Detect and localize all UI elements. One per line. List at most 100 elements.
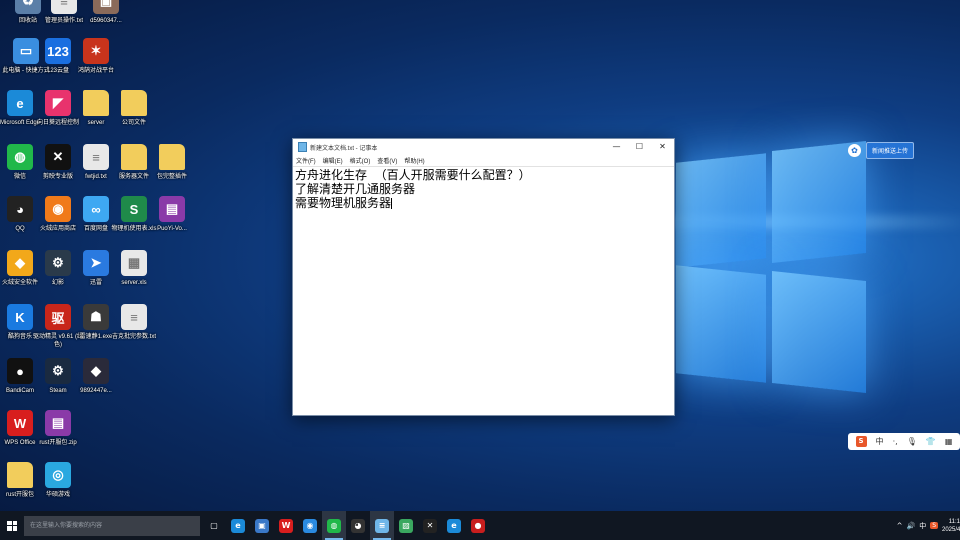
desktop-icon-label: 鸿鹄对战平台 — [77, 68, 114, 74]
image-file-icon: ▣ — [93, 0, 119, 14]
taskbar-app-qq[interactable]: ◕ — [346, 511, 370, 540]
xunlei-icon: ➤ — [83, 250, 109, 276]
menu-file[interactable]: 文件(F) — [296, 156, 316, 165]
taskbar-apps: ▢ e ▣ W ◉ ◍ ◕ ≡ ▨ ✕ e ● — [202, 511, 490, 540]
toolbox-icon[interactable]: ▦ — [945, 437, 953, 446]
taskbar-app-qq-browser[interactable]: ◉ — [298, 511, 322, 540]
cloud-upload-icon[interactable]: ✿ — [848, 144, 861, 157]
text-caret — [391, 198, 393, 209]
notepad-icon — [298, 142, 307, 152]
upload-button[interactable]: 新闻推送上传 — [866, 142, 915, 159]
game-platform-icon: ✶ — [83, 38, 109, 64]
tray-chevron-icon[interactable]: ^ — [897, 522, 903, 530]
edge-icon: e — [231, 518, 245, 533]
desktop-icon[interactable]: ◎ 华硕游戏 — [32, 462, 84, 499]
taskbar-app-task-view[interactable]: ▢ — [202, 511, 226, 540]
phantom-icon: ⚙ — [45, 250, 71, 276]
qq-browser-icon: ◉ — [303, 518, 317, 533]
sogou-icon[interactable]: S — [855, 436, 867, 447]
cloud-drive-123-icon: 123 — [45, 38, 71, 64]
task-view-icon: ▢ — [210, 521, 218, 530]
wps-icon: W — [7, 410, 33, 436]
exe-file-icon: ☗ — [83, 304, 109, 330]
desktop-icon-label: 公司文件 — [121, 120, 146, 126]
kugou-icon: K — [7, 304, 33, 330]
desktop-icon[interactable]: ✶ 鸿鹄对战平台 — [70, 38, 122, 75]
text-file-icon: ≡ — [51, 0, 77, 14]
windows-logo-wallpaper — [676, 141, 866, 393]
maximize-button[interactable]: ☐ — [628, 139, 651, 155]
image-file-icon: ◆ — [83, 358, 109, 384]
wps-icon: W — [279, 518, 293, 533]
desktop-icon[interactable]: ◆ 9892447e... — [70, 358, 122, 395]
folder-icon — [83, 90, 109, 116]
input-language[interactable]: 中 — [919, 521, 926, 531]
minimize-button[interactable]: — — [605, 139, 628, 155]
menu-edit[interactable]: 编辑(E) — [323, 156, 343, 165]
notepad-window[interactable]: 新建文本文档.txt - 记事本 — ☐ ✕ 文件(F) 编辑(E) 格式(O)… — [292, 138, 675, 416]
desktop-icon[interactable]: ▤ PuoYi-Vo... — [146, 196, 198, 233]
taskbar: 在这里输入你要搜索的内容 ▢ e ▣ W ◉ ◍ ◕ ≡ ▨ ✕ e ● ^ 🔊 中 S 11:1 2… — [0, 511, 960, 540]
skin-icon[interactable]: 👕 — [926, 437, 936, 446]
wechat-icon: ◍ — [7, 144, 33, 170]
close-button[interactable]: ✕ — [651, 139, 674, 155]
desktop-icon[interactable]: ▤ rust开服包.zip — [32, 410, 84, 447]
menu-format[interactable]: 格式(O) — [350, 156, 371, 165]
volume-icon[interactable]: 🔊 — [906, 522, 915, 530]
baidu-netdisk-icon: ∞ — [83, 196, 109, 222]
huorong-store-icon: ◉ — [45, 196, 71, 222]
notepad-icon: ≡ — [375, 518, 389, 533]
spreadsheet-icon: S — [121, 196, 147, 222]
desktop-icon[interactable]: 公司文件 — [108, 90, 160, 127]
desktop-icon-label: server.xls — [121, 280, 147, 286]
sogou-tray-icon[interactable]: S — [930, 522, 938, 529]
ime-mode-toggle[interactable]: 中 — [876, 436, 884, 447]
microphone-icon[interactable]: 🎙 — [907, 437, 917, 446]
text-file-icon: ≡ — [121, 304, 147, 330]
capcut-icon: ✕ — [45, 144, 71, 170]
ime-toolbar[interactable]: S 中 ·, 🎙 👕 ▦ — [848, 433, 960, 450]
desktop-icon[interactable]: ≡ 吉克批完参数.txt — [108, 304, 160, 341]
desktop-icon[interactable]: ▣ d5960347... — [80, 0, 132, 25]
notepad-text-area[interactable]: 方舟进化生存 （百人开服需要什么配置？） 了解清楚开几通服务器 需要物理机服务器 — [293, 167, 674, 211]
clock[interactable]: 11:1 2025/4 — [942, 518, 960, 534]
driver-genius-icon: 驱 — [45, 304, 71, 330]
notepad-title: 新建文本文档.txt - 记事本 — [310, 145, 378, 152]
spreadsheet-icon: ▦ — [121, 250, 147, 276]
upload-widget[interactable]: ✿ 新闻推送上传 — [848, 142, 915, 159]
taskbar-app-store[interactable]: ▣ — [250, 511, 274, 540]
sunflower-remote-icon: ◤ — [45, 90, 71, 116]
notepad-titlebar[interactable]: 新建文本文档.txt - 记事本 — ☐ ✕ — [293, 139, 674, 155]
wechat-icon: ◍ — [327, 518, 341, 533]
taskbar-app-bandicam[interactable]: ● — [466, 511, 490, 540]
photos-icon: ▨ — [399, 518, 413, 533]
qq-icon: ◕ — [351, 518, 365, 533]
taskbar-app-capcut[interactable]: ✕ — [418, 511, 442, 540]
windows-start-icon — [7, 520, 17, 531]
asus-game-icon: ◎ — [45, 462, 71, 488]
clock-date: 2025/4 — [942, 526, 960, 533]
menu-view[interactable]: 查看(V) — [377, 156, 397, 165]
bandicam-icon: ● — [7, 358, 33, 384]
edge-icon: e — [7, 90, 33, 116]
menu-help[interactable]: 帮助(H) — [404, 156, 424, 165]
taskbar-app-edge-2[interactable]: e — [442, 511, 466, 540]
desktop-icon[interactable]: ▦ server.xls — [108, 250, 160, 287]
start-button[interactable] — [0, 511, 24, 540]
taskbar-app-wps[interactable]: W — [274, 511, 298, 540]
taskbar-app-notepad[interactable]: ≡ — [370, 511, 394, 540]
archive-icon: ▤ — [159, 196, 185, 222]
taskbar-app-edge[interactable]: e — [226, 511, 250, 540]
taskbar-app-photos[interactable]: ▨ — [394, 511, 418, 540]
desktop-icon[interactable]: 包完整插件 — [146, 144, 198, 181]
taskbar-search[interactable]: 在这里输入你要搜索的内容 — [24, 515, 200, 536]
system-tray: ^ 🔊 中 S 11:1 2025/4 — [897, 518, 960, 534]
text-line: 了解清楚开几通服务器 — [295, 182, 416, 196]
folder-icon — [7, 462, 33, 488]
bandicam-icon: ● — [471, 518, 485, 533]
taskbar-app-wechat[interactable]: ◍ — [322, 511, 346, 540]
desktop-icon-label: 吉克批完参数.txt — [111, 334, 156, 340]
notepad-menubar: 文件(F) 编辑(E) 格式(O) 查看(V) 帮助(H) — [293, 155, 674, 167]
punctuation-icon[interactable]: ·, — [893, 437, 898, 446]
text-line: 需要物理机服务器 — [295, 196, 393, 210]
